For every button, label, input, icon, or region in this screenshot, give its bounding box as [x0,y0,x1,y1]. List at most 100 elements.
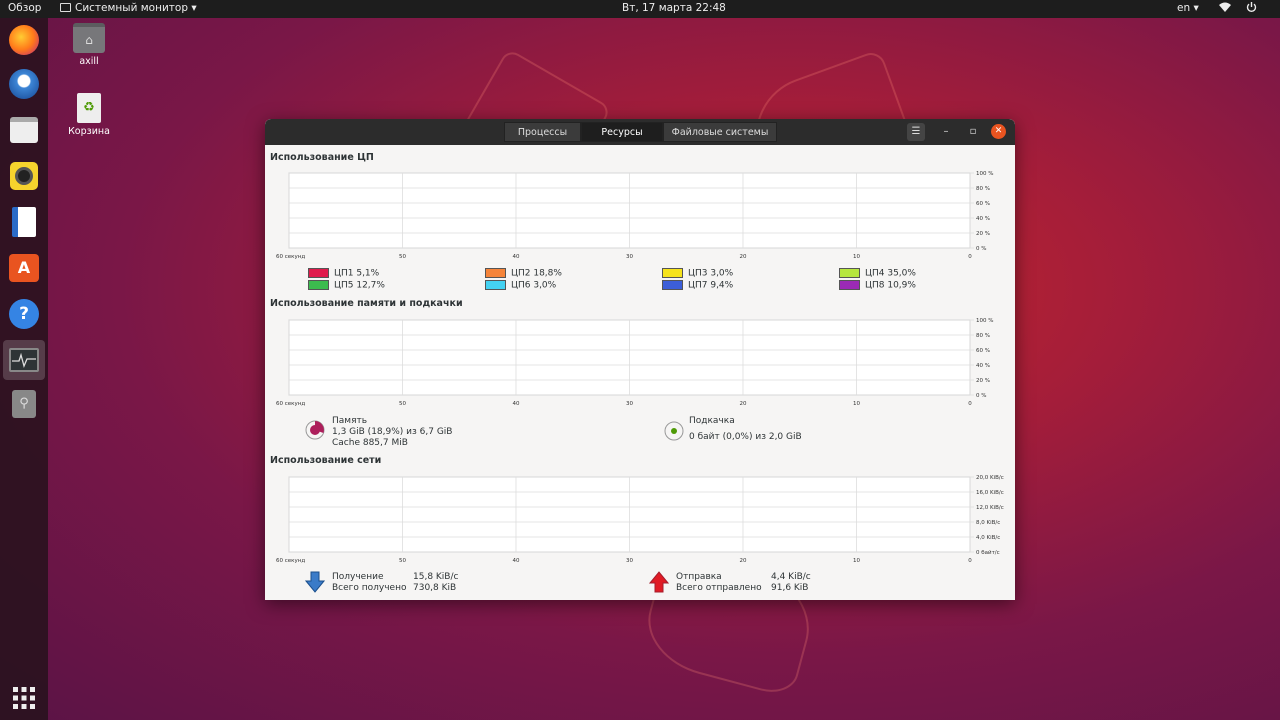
swap-value: 0 байт (0,0%) из 2,0 GiB [689,432,802,442]
memory-section-title: Использование памяти и подкачки [270,298,463,309]
network-y-tick: 8,0 KiB/с [976,520,1000,526]
thunderbird-launcher[interactable] [6,66,42,102]
cpu-x-tick: 40 [513,254,520,260]
usb-launcher[interactable]: ⚲ [6,386,42,422]
cpu-x-tick: 50 [399,254,406,260]
help-launcher[interactable]: ? [6,296,42,332]
cpu-legend-label: ЦП3 3,0% [688,268,734,279]
cpu-color-swatch[interactable] [662,268,683,278]
chevron-down-icon: ▾ [1190,2,1199,14]
close-button[interactable]: ✕ [991,124,1006,139]
writer-launcher[interactable] [6,204,42,240]
cpu-legend-item[interactable]: ЦП7 9,4% [662,280,733,291]
cpu-legend-item[interactable]: ЦП3 3,0% [662,268,733,279]
cpu-color-swatch[interactable] [308,280,329,290]
cpu-legend-label: ЦП7 9,4% [688,280,734,291]
header-bar: Процессы Ресурсы Файловые системы ☰ – ▫ … [265,119,1015,145]
system-monitor-launcher[interactable] [3,340,45,380]
maximize-button[interactable]: ▫ [964,123,982,141]
cpu-section-title: Использование ЦП [270,152,374,163]
rhythmbox-icon [10,162,38,190]
activities-button[interactable]: Обзор [8,2,41,14]
network-graph: 20,0 KiB/с 16,0 KiB/с 12,0 KiB/с 8,0 KiB/с 4… [276,475,1004,564]
cpu-legend-label: ЦП8 10,9% [865,280,916,291]
cpu-color-swatch[interactable] [308,268,329,278]
tab-resources[interactable]: Ресурсы [581,122,663,142]
cpu-legend-item[interactable]: ЦП8 10,9% [839,280,916,291]
top-bar: Обзор Системный монитор ▾ Вт, 17 марта 2… [0,0,1280,18]
cpu-legend-item[interactable]: ЦП1 5,1% [308,268,379,279]
app-menu-icon [60,3,71,12]
minimize-button[interactable]: – [937,123,955,141]
cpu-x-tick: 60 секунд [276,254,305,260]
hamburger-icon: ☰ [911,126,921,137]
cpu-color-swatch[interactable] [662,280,683,290]
download-arrow-icon[interactable] [305,571,325,593]
cpu-legend-label: ЦП6 3,0% [511,280,557,291]
cpu-x-tick: 20 [740,254,747,260]
memory-value: 1,3 GiB (18,9%) из 6,7 GiB [332,427,453,437]
dock: A ? ⚲ [0,18,48,720]
network-y-tick: 16,0 KiB/с [976,490,1004,496]
cpu-legend-item[interactable]: ЦП4 35,0% [839,268,916,279]
trash-icon: ♻ [77,93,101,123]
desktop-trash[interactable]: ♻ Корзина [59,93,119,137]
desktop-home-folder[interactable]: ⌂ axill [59,23,119,67]
memory-y-tick: 0 % [976,393,986,399]
memory-x-tick: 30 [626,401,633,407]
app-menu[interactable]: Системный монитор ▾ [60,2,197,14]
upload-arrow-icon[interactable] [649,571,669,593]
network-x-tick: 20 [740,558,747,564]
swap-label: Подкачка [689,416,735,426]
cpu-color-swatch[interactable] [839,280,860,290]
cpu-legend-item[interactable]: ЦП5 12,7% [308,280,385,291]
tab-processes[interactable]: Процессы [504,122,581,142]
tab-file-systems[interactable]: Файловые системы [663,122,777,142]
network-section-title: Использование сети [270,455,382,466]
cpu-legend-label: ЦП2 18,8% [511,268,562,279]
firefox-launcher[interactable] [6,22,42,58]
thunderbird-icon [9,69,39,99]
memory-x-tick: 40 [513,401,520,407]
network-x-tick: 40 [513,558,520,564]
memory-x-tick: 10 [853,401,860,407]
wifi-icon[interactable] [1219,1,1231,16]
cpu-y-tick: 0 % [976,246,986,252]
power-icon[interactable] [1246,1,1257,16]
cpu-legend-item[interactable]: ЦП6 3,0% [485,280,556,291]
minimize-icon: – [943,126,949,137]
receive-rate: 15,8 KiB/с [413,572,459,582]
sent-total-label: Всего отправлено [676,583,762,593]
writer-icon [12,207,36,237]
rhythmbox-launcher[interactable] [6,158,42,194]
memory-x-tick: 60 секунд [276,401,305,407]
cpu-legend-label: ЦП5 12,7% [334,280,385,291]
cpu-x-tick: 0 [968,254,972,260]
memory-pie-icon[interactable] [305,420,325,440]
cpu-y-tick: 80 % [976,186,990,192]
cpu-y-tick: 60 % [976,201,990,207]
swap-pie-icon[interactable] [664,421,684,441]
files-launcher[interactable] [6,112,42,148]
clock[interactable]: Вт, 17 марта 22:48 [622,2,726,14]
cpu-y-tick: 20 % [976,231,990,237]
memory-cache: Cache 885,7 MiB [332,438,408,448]
files-icon [10,117,38,143]
app-menu-label: Системный монитор [75,2,188,14]
receive-label: Получение [332,572,384,582]
cpu-graph: 100 % 80 % 60 % 40 % 20 % 0 % 60 секунд 50 40 30 2… [276,171,993,260]
cpu-legend-item[interactable]: ЦП2 18,8% [485,268,562,279]
received-total: 730,8 KiB [413,583,457,593]
network-x-tick: 50 [399,558,406,564]
language-indicator[interactable]: en ▾ [1177,2,1199,14]
show-applications-button[interactable] [6,680,42,716]
network-y-tick: 0 байт/с [976,549,1000,556]
software-launcher[interactable]: A [6,250,42,286]
cpu-color-swatch[interactable] [485,268,506,278]
menu-button[interactable]: ☰ [907,123,925,141]
cpu-color-swatch[interactable] [485,280,506,290]
chevron-down-icon: ▾ [187,2,197,14]
cpu-color-swatch[interactable] [839,268,860,278]
network-x-tick: 0 [968,558,972,564]
memory-y-tick: 40 % [976,363,990,369]
